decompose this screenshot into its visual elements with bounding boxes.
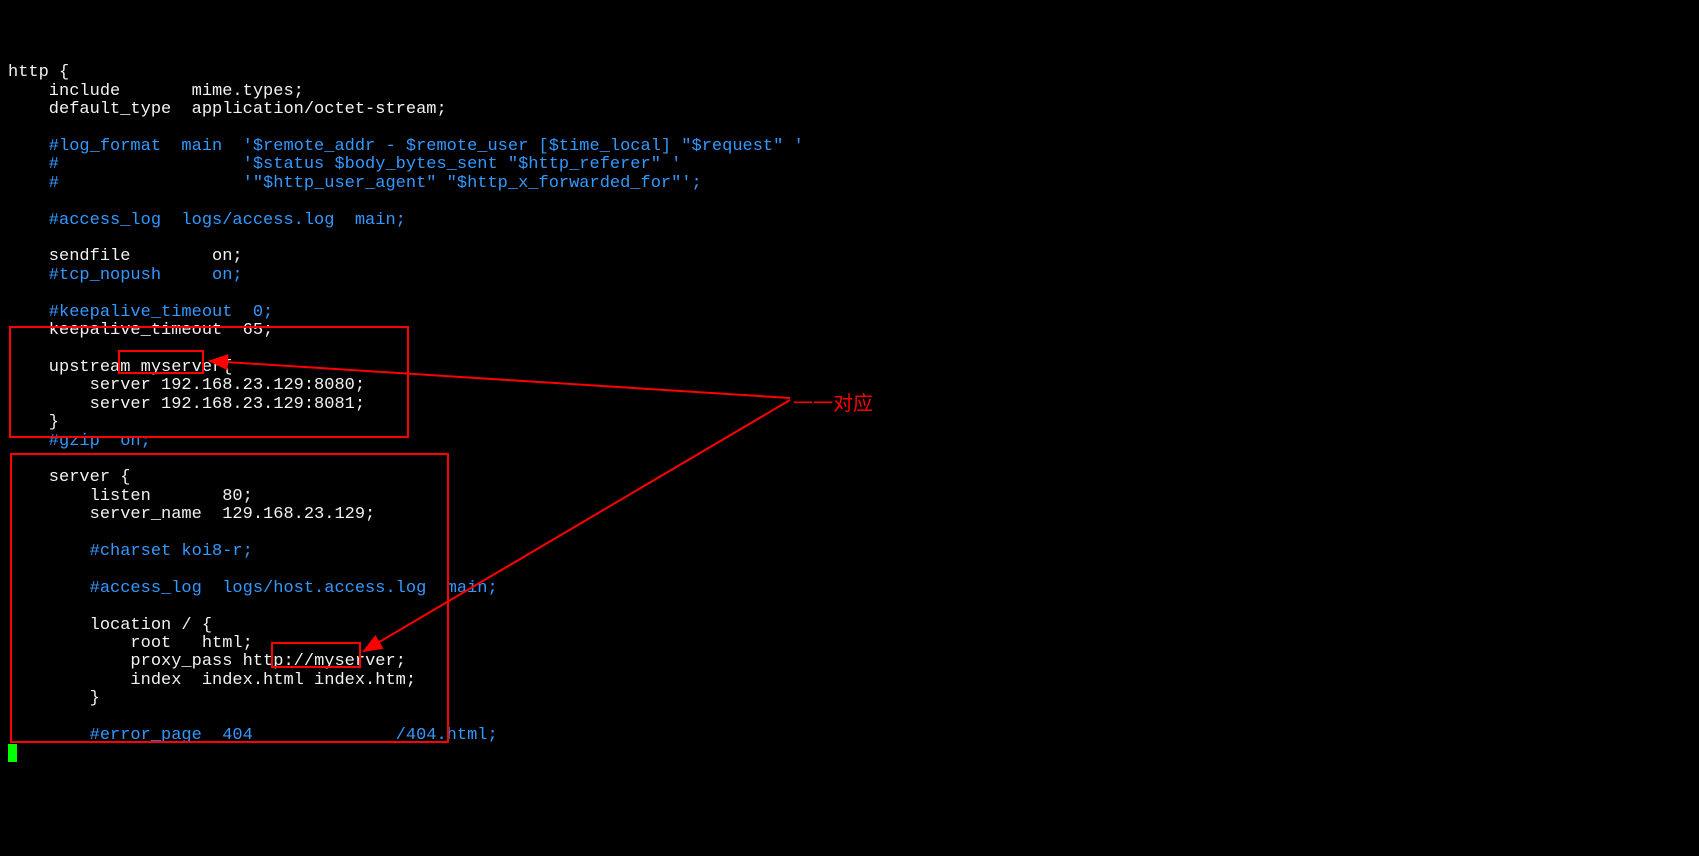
comment-line: #gzip on; — [8, 432, 151, 451]
terminal-cursor — [8, 744, 17, 762]
comment-line: #log_format main '$remote_addr - $remote… — [8, 137, 804, 156]
line: include mime.types; — [8, 82, 304, 101]
line: http { — [8, 63, 69, 82]
line: server { — [8, 468, 130, 487]
annotation-label: 一一对应 — [793, 387, 873, 416]
line-proxy-pass: proxy_pass http://myserver; — [8, 652, 406, 671]
line: root html; — [8, 634, 253, 653]
line: default_type application/octet-stream; — [8, 100, 447, 119]
comment-line: #access_log logs/access.log main; — [8, 211, 406, 230]
comment-line: #error_page 404 /404.html; — [8, 726, 498, 745]
line: server 192.168.23.129:8080; — [8, 376, 365, 395]
line: } — [8, 413, 59, 432]
line: listen 80; — [8, 487, 253, 506]
line: server_name 129.168.23.129; — [8, 505, 375, 524]
line: location / { — [8, 616, 212, 635]
proxy-upstream-name: myserver — [314, 652, 396, 671]
line: index index.html index.htm; — [8, 671, 416, 690]
line: keepalive_timeout 65; — [8, 321, 273, 340]
line: sendfile on; — [8, 247, 243, 266]
comment-line: #charset koi8-r; — [8, 542, 253, 561]
code-block: http { include mime.types; default_type … — [8, 46, 804, 745]
line: } — [8, 689, 100, 708]
line: server 192.168.23.129:8081; — [8, 395, 365, 414]
comment-line: #keepalive_timeout 0; — [8, 303, 273, 322]
comment-line: # '"$http_user_agent" "$http_x_forwarded… — [8, 174, 702, 193]
line-upstream: upstream myserver{ — [8, 358, 232, 377]
comment-line: #tcp_nopush on; — [8, 266, 243, 285]
comment-line: # '$status $body_bytes_sent "$http_refer… — [8, 155, 681, 174]
comment-line: #access_log logs/host.access.log main; — [8, 579, 498, 598]
upstream-name: myserver — [141, 358, 223, 377]
